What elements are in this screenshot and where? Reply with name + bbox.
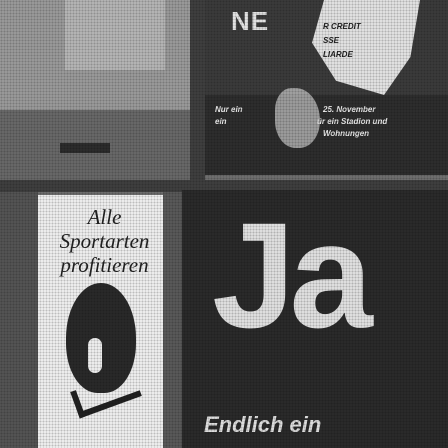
poster-headline-fragment: NE	[231, 6, 270, 36]
poster-ja: Ja Endlich ein	[182, 190, 448, 448]
badge-line-2: SSE	[323, 36, 340, 45]
street-scene: NE R CREDIT SSE LIARDE Nur ein ein 25. N…	[0, 0, 448, 448]
poster-subline: Endlich ein	[204, 412, 322, 437]
poster-lower-band: Nur ein ein 25. November ür ein Stadion …	[205, 95, 448, 175]
badge-line-1: R CREDIT	[323, 22, 361, 31]
pillar-center	[163, 192, 182, 448]
poster-big-word: Ja	[212, 191, 373, 359]
poster-sports-headline: Alle Sportarten profitieren	[52, 205, 157, 277]
poster-sports: Alle Sportarten profitieren	[38, 195, 163, 448]
headline-line-2: profitieren	[60, 253, 149, 277]
shop-window-top-left	[0, 0, 190, 180]
date-line: 25. November	[323, 105, 376, 114]
poster-top-right: NE R CREDIT SSE LIARDE Nur ein ein 25. N…	[205, 0, 448, 175]
stadium-line: ür ein Stadion und	[317, 117, 388, 126]
window-reflection	[65, 0, 165, 70]
left-fragment-2: ein	[215, 117, 227, 126]
headline-line-1: Alle Sportarten	[59, 205, 150, 253]
left-fragment-1: Nur ein	[215, 105, 243, 114]
window-sticker	[60, 143, 110, 153]
ball-highlight	[88, 338, 102, 373]
housing-line: Wohnungen	[323, 129, 370, 138]
badge-line-3: LIARDE	[323, 50, 353, 59]
torn-paper-shape	[312, 0, 420, 95]
pillar-left	[0, 192, 38, 448]
